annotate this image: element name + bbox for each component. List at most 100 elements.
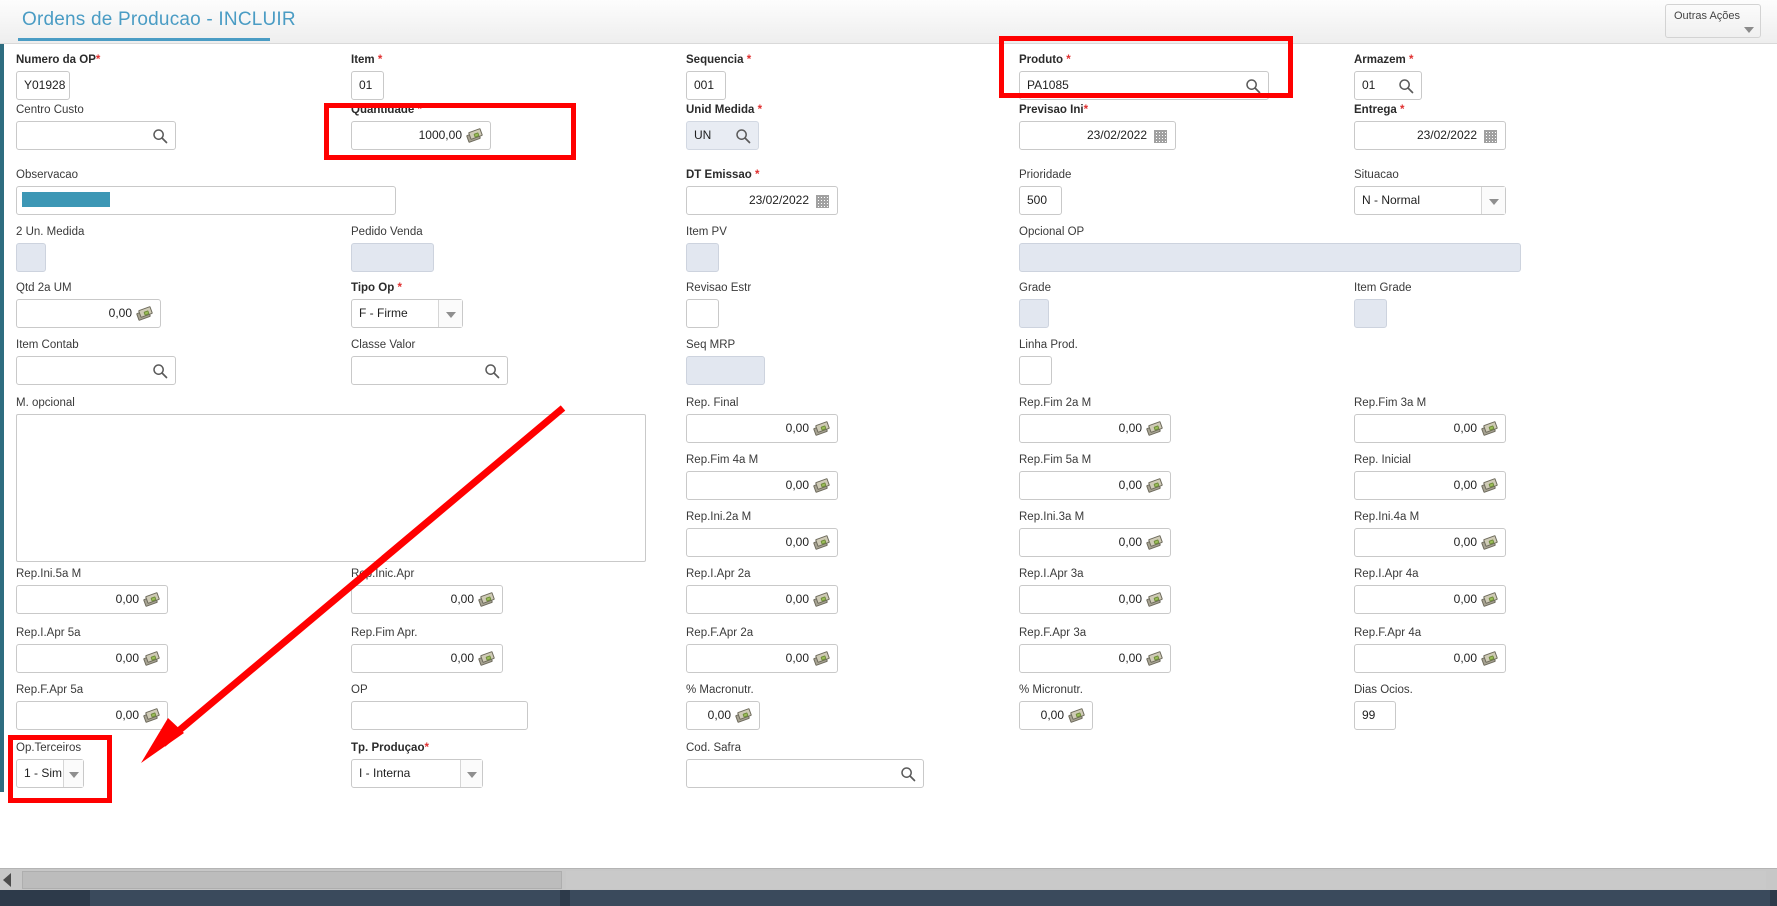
input-rep-inic-apr[interactable]: 0,00: [351, 585, 503, 614]
value-situacao: N - Normal: [1362, 193, 1421, 207]
value-tipo-op: F - Firme: [359, 306, 408, 320]
input-qtd-2a-um[interactable]: 0,00: [16, 299, 161, 328]
window-title-bar: Ordens de Producao - INCLUIR Outras Açõe…: [0, 0, 1777, 44]
input-pct-macronutr[interactable]: 0,00: [686, 701, 760, 730]
search-icon[interactable]: [484, 363, 500, 379]
calendar-icon[interactable]: [1484, 130, 1497, 143]
input-armazem[interactable]: 01: [1354, 71, 1422, 100]
input-numero-op[interactable]: Y01928: [16, 71, 70, 100]
input-rep-ini-5a-m[interactable]: 0,00: [16, 585, 168, 614]
money-icon[interactable]: [143, 651, 161, 666]
select-tp-producao[interactable]: I - Interna: [351, 759, 483, 788]
situacao-dropdown-button[interactable]: [1481, 187, 1505, 214]
money-icon[interactable]: [478, 592, 496, 607]
money-icon[interactable]: [1481, 421, 1499, 436]
select-tipo-op[interactable]: F - Firme: [351, 299, 463, 328]
money-icon[interactable]: [1481, 592, 1499, 607]
money-icon[interactable]: [1146, 592, 1164, 607]
label-item-grade: Item Grade: [1354, 282, 1412, 294]
input-observacao[interactable]: [16, 186, 396, 215]
money-icon[interactable]: [1146, 535, 1164, 550]
money-icon[interactable]: [813, 421, 831, 436]
money-icon[interactable]: [1146, 651, 1164, 666]
other-actions-button[interactable]: Outras Ações: [1665, 4, 1761, 38]
input-linha-prod[interactable]: [1019, 356, 1052, 385]
money-icon[interactable]: [813, 478, 831, 493]
money-icon[interactable]: [813, 651, 831, 666]
input-rep-f-apr-3a[interactable]: 0,00: [1019, 644, 1171, 673]
input-pct-micronutr[interactable]: 0,00: [1019, 701, 1093, 730]
calendar-icon[interactable]: [1154, 130, 1167, 143]
scrollbar-track[interactable]: [566, 871, 1766, 889]
input-prioridade[interactable]: 500: [1019, 186, 1062, 215]
money-icon[interactable]: [813, 535, 831, 550]
input-dias-ocios[interactable]: 99: [1354, 701, 1396, 730]
input-rep-fim-2a-m[interactable]: 0,00: [1019, 414, 1171, 443]
input-rep-ini-3a-m[interactable]: 0,00: [1019, 528, 1171, 557]
input-item-contab[interactable]: [16, 356, 176, 385]
op-terceiros-dropdown-button[interactable]: [63, 760, 83, 787]
input-entrega[interactable]: 23/02/2022: [1354, 121, 1506, 150]
calendar-icon[interactable]: [816, 195, 829, 208]
input-rep-f-apr-5a[interactable]: 0,00: [16, 701, 168, 730]
input-rep-fim-apr[interactable]: 0,00: [351, 644, 503, 673]
horizontal-scrollbar[interactable]: [0, 868, 1777, 890]
input-produto[interactable]: PA1085: [1019, 71, 1269, 100]
money-icon[interactable]: [143, 708, 161, 723]
label-pct-micronutr: % Micronutr.: [1019, 684, 1083, 696]
input-centro-custo[interactable]: [16, 121, 176, 150]
input-dt-emissao[interactable]: 23/02/2022: [686, 186, 838, 215]
tipo-op-dropdown-button[interactable]: [438, 300, 462, 327]
input-rep-inicial[interactable]: 0,00: [1354, 471, 1506, 500]
input-rep-f-apr-2a[interactable]: 0,00: [686, 644, 838, 673]
money-icon[interactable]: [1481, 478, 1499, 493]
input-classe-valor[interactable]: [351, 356, 508, 385]
value-rep-f-apr-5a: 0,00: [115, 708, 139, 722]
money-icon[interactable]: [1481, 535, 1499, 550]
search-icon[interactable]: [152, 128, 168, 144]
tp-producao-dropdown-button[interactable]: [460, 760, 482, 787]
input-rep-fim-4a-m[interactable]: 0,00: [686, 471, 838, 500]
input-rep-fim-5a-m[interactable]: 0,00: [1019, 471, 1171, 500]
input-rep-fim-3a-m[interactable]: 0,00: [1354, 414, 1506, 443]
search-icon[interactable]: [1398, 78, 1414, 94]
input-unid-medida[interactable]: UN: [686, 121, 759, 150]
money-icon[interactable]: [1068, 708, 1086, 723]
label-pct-macronutr: % Macronutr.: [686, 684, 754, 696]
money-icon[interactable]: [1481, 651, 1499, 666]
scrollbar-thumb[interactable]: [22, 871, 562, 889]
money-icon[interactable]: [466, 128, 484, 143]
input-rep-i-apr-4a[interactable]: 0,00: [1354, 585, 1506, 614]
money-icon[interactable]: [1146, 478, 1164, 493]
input-rep-final[interactable]: 0,00: [686, 414, 838, 443]
input-rep-f-apr-4a[interactable]: 0,00: [1354, 644, 1506, 673]
select-op-terceiros[interactable]: 1 - Sim: [16, 759, 84, 788]
input-rep-ini-2a-m[interactable]: 0,00: [686, 528, 838, 557]
money-icon[interactable]: [143, 592, 161, 607]
label-rep-f-apr-3a: Rep.F.Apr 3a: [1019, 627, 1087, 639]
search-icon[interactable]: [1245, 78, 1261, 94]
search-icon[interactable]: [152, 363, 168, 379]
input-sequencia[interactable]: 001: [686, 71, 726, 100]
scroll-left-arrow-icon[interactable]: [3, 873, 11, 887]
input-item[interactable]: 01: [351, 71, 384, 100]
select-situacao[interactable]: N - Normal: [1354, 186, 1506, 215]
input-rep-ini-4a-m[interactable]: 0,00: [1354, 528, 1506, 557]
input-rep-i-apr-3a[interactable]: 0,00: [1019, 585, 1171, 614]
input-quantidade[interactable]: 1000,00: [351, 121, 491, 150]
input-rep-i-apr-5a[interactable]: 0,00: [16, 644, 168, 673]
textarea-m-opcional[interactable]: [16, 414, 646, 562]
input-revisao-estr[interactable]: [686, 299, 719, 328]
input-cod-safra[interactable]: [686, 759, 924, 788]
input-op[interactable]: [351, 701, 528, 730]
search-icon[interactable]: [735, 128, 751, 144]
input-previsao-ini[interactable]: 23/02/2022: [1019, 121, 1176, 150]
label-opcional-op: Opcional OP: [1019, 226, 1085, 238]
input-rep-i-apr-2a[interactable]: 0,00: [686, 585, 838, 614]
money-icon[interactable]: [1146, 421, 1164, 436]
money-icon[interactable]: [136, 306, 154, 321]
money-icon[interactable]: [478, 651, 496, 666]
money-icon[interactable]: [735, 708, 753, 723]
search-icon[interactable]: [900, 766, 916, 782]
money-icon[interactable]: [813, 592, 831, 607]
